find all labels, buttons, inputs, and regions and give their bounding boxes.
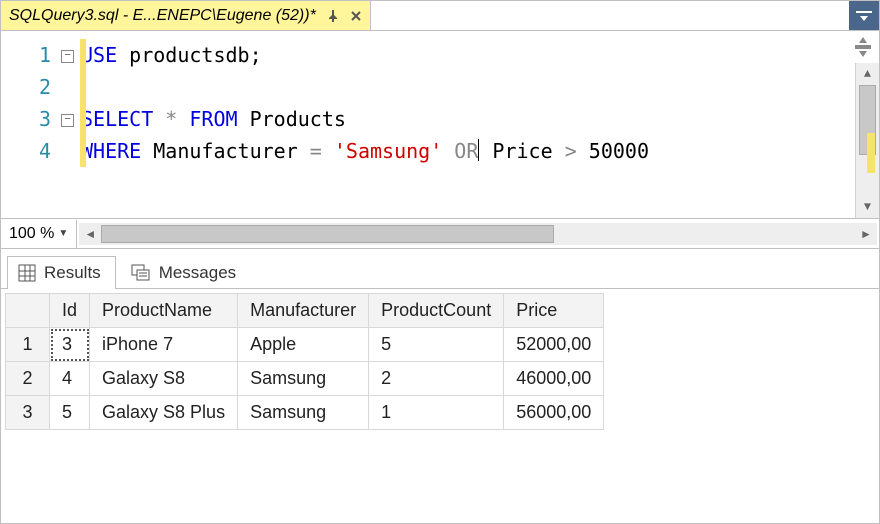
line-number: 1 <box>1 39 51 71</box>
split-handle[interactable] <box>849 31 877 63</box>
cell-productname[interactable]: iPhone 7 <box>90 328 238 362</box>
scrollbar-thumb[interactable] <box>101 225 553 243</box>
cell-productcount[interactable]: 5 <box>369 328 504 362</box>
cell-productname[interactable]: Galaxy S8 <box>90 362 238 396</box>
scroll-right-icon[interactable]: ► <box>855 227 877 241</box>
sql-editor[interactable]: 1 2 3 4 − − USE productsdb; SELECT * FRO… <box>1 31 879 219</box>
col-header-id[interactable]: Id <box>50 294 90 328</box>
code-token: WHERE <box>81 139 141 163</box>
results-grid[interactable]: Id ProductName Manufacturer ProductCount… <box>5 293 604 430</box>
document-tab[interactable]: SQLQuery3.sql - E...ENEPC\Eugene (52))* <box>1 1 371 30</box>
col-header-productcount[interactable]: ProductCount <box>369 294 504 328</box>
scroll-left-icon[interactable]: ◄ <box>79 227 101 241</box>
header-row: Id ProductName Manufacturer ProductCount… <box>6 294 604 328</box>
line-number-gutter: 1 2 3 4 <box>1 31 61 218</box>
col-header-productname[interactable]: ProductName <box>90 294 238 328</box>
tab-results[interactable]: Results <box>7 256 116 289</box>
cell-productcount[interactable]: 2 <box>369 362 504 396</box>
close-icon[interactable] <box>350 10 362 22</box>
tab-label: Results <box>44 263 101 283</box>
code-token: Manufacturer <box>141 139 310 163</box>
code-token: * <box>153 107 189 131</box>
scroll-down-icon[interactable]: ▼ <box>856 196 879 218</box>
document-tab-bar: SQLQuery3.sql - E...ENEPC\Eugene (52))* <box>1 1 879 31</box>
chevron-down-icon: ▼ <box>58 228 68 239</box>
messages-icon <box>131 264 151 282</box>
code-token: Price <box>480 139 564 163</box>
row-number[interactable]: 1 <box>6 328 50 362</box>
code-token: = <box>310 139 322 163</box>
scrollbar-track[interactable] <box>101 223 855 245</box>
code-token: 'Samsung' <box>322 139 454 163</box>
tab-label: Messages <box>159 263 236 283</box>
table-row[interactable]: 2 4 Galaxy S8 Samsung 2 46000,00 <box>6 362 604 396</box>
code-token: > <box>565 139 577 163</box>
pin-icon[interactable] <box>326 9 340 23</box>
cell-manufacturer[interactable]: Apple <box>238 328 369 362</box>
code-token: 50000 <box>577 139 649 163</box>
vertical-scrollbar[interactable]: ▲ ▼ <box>855 63 879 218</box>
zoom-dropdown[interactable]: 100 % ▼ <box>1 220 77 248</box>
results-tab-bar: Results Messages <box>1 249 879 289</box>
line-number: 3 <box>1 103 51 135</box>
table-row[interactable]: 3 5 Galaxy S8 Plus Samsung 1 56000,00 <box>6 396 604 430</box>
fold-toggle[interactable]: − <box>61 50 74 63</box>
code-token: productsdb; <box>117 43 262 67</box>
cell-price[interactable]: 52000,00 <box>504 328 604 362</box>
scroll-up-icon[interactable]: ▲ <box>856 63 879 85</box>
cell-manufacturer[interactable]: Samsung <box>238 396 369 430</box>
col-header-manufacturer[interactable]: Manufacturer <box>238 294 369 328</box>
cell-manufacturer[interactable]: Samsung <box>238 362 369 396</box>
cell-price[interactable]: 56000,00 <box>504 396 604 430</box>
code-token: USE <box>81 43 117 67</box>
code-token: OR <box>454 139 478 163</box>
row-number[interactable]: 2 <box>6 362 50 396</box>
line-number: 2 <box>1 71 51 103</box>
scrollbar-change-marker <box>867 133 875 173</box>
cell-productcount[interactable]: 1 <box>369 396 504 430</box>
grid-icon <box>18 264 36 282</box>
col-header-price[interactable]: Price <box>504 294 604 328</box>
tab-messages[interactable]: Messages <box>120 256 251 289</box>
cell-id[interactable]: 5 <box>50 396 90 430</box>
code-token: SELECT <box>81 107 153 131</box>
editor-footer: 100 % ▼ ◄ ► <box>1 219 879 249</box>
fold-toggle[interactable]: − <box>61 114 74 127</box>
window-menu-button[interactable] <box>849 1 879 30</box>
grid-corner <box>6 294 50 328</box>
table-row[interactable]: 1 3 iPhone 7 Apple 5 52000,00 <box>6 328 604 362</box>
cell-price[interactable]: 46000,00 <box>504 362 604 396</box>
zoom-value: 100 % <box>9 225 54 243</box>
change-indicator <box>80 39 86 167</box>
code-content[interactable]: USE productsdb; SELECT * FROM Products W… <box>81 31 649 218</box>
cell-id[interactable]: 4 <box>50 362 90 396</box>
row-number[interactable]: 3 <box>6 396 50 430</box>
cell-productname[interactable]: Galaxy S8 Plus <box>90 396 238 430</box>
code-token: Products <box>238 107 346 131</box>
horizontal-scrollbar[interactable]: ◄ ► <box>79 223 877 245</box>
cell-id[interactable]: 3 <box>50 328 90 362</box>
code-token: FROM <box>189 107 237 131</box>
document-tab-title: SQLQuery3.sql - E...ENEPC\Eugene (52))* <box>9 7 316 25</box>
fold-gutter: − − <box>61 31 81 218</box>
line-number: 4 <box>1 135 51 167</box>
